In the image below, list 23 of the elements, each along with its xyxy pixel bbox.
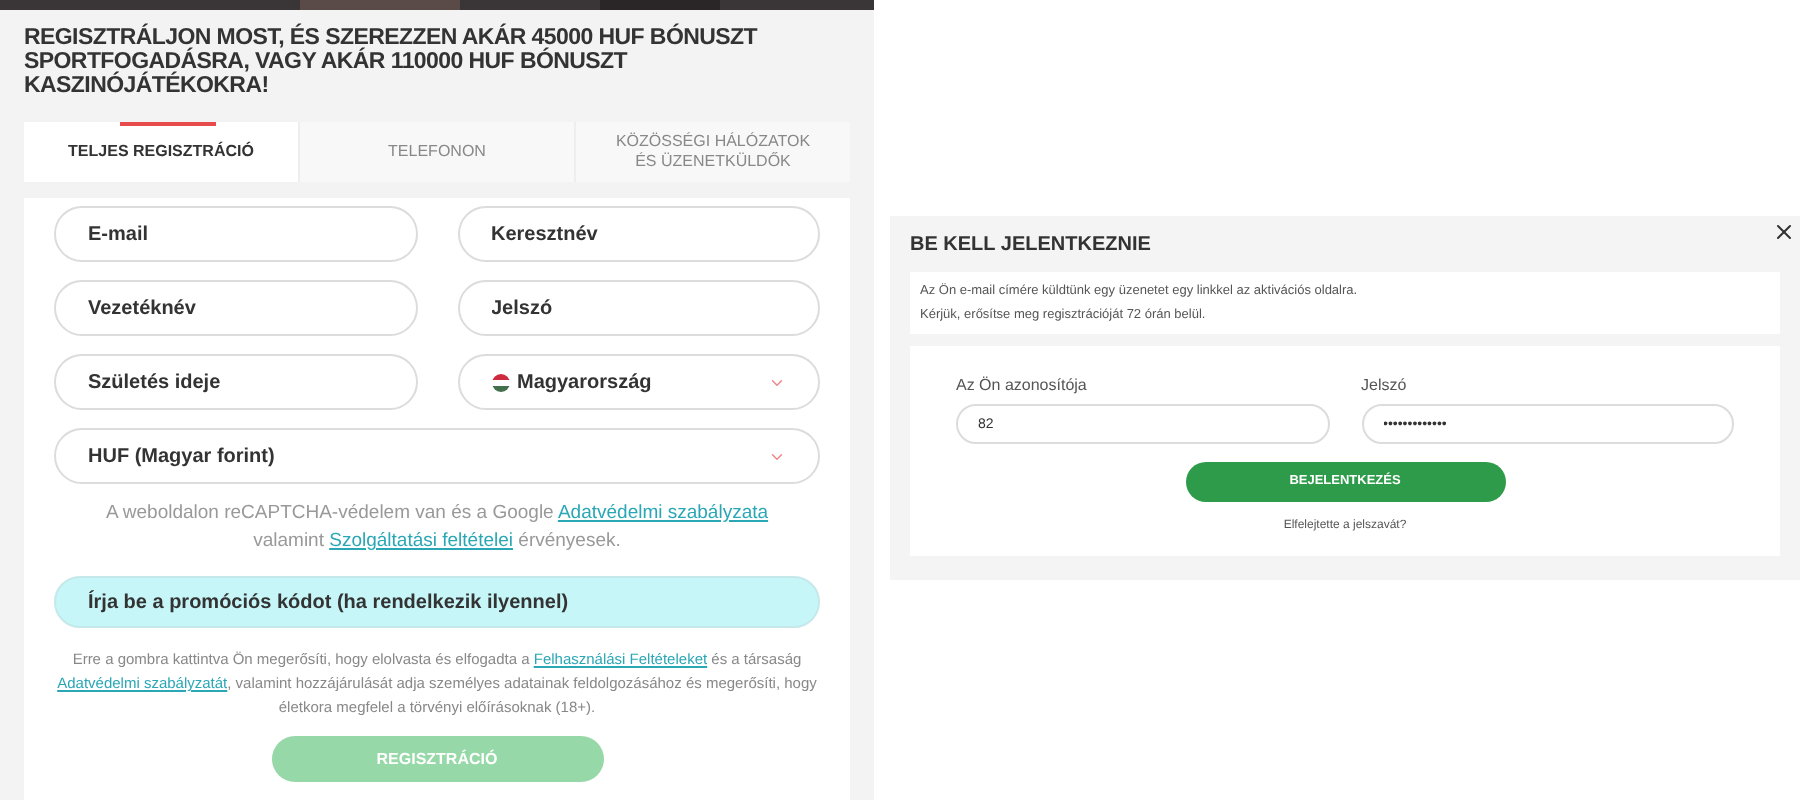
legal-note: A weboldalon reCAPTCHA-védelem van és a Google Adatvédelmi szabályzata valamint Szolgáltatási feltételei érvényesek. [103, 500, 771, 556]
tab[interactable]: TELEFONON [298, 122, 574, 182]
text-link[interactable]: Szolgáltatási feltételei [329, 530, 514, 552]
select-value: HUF (Magyar forint) [88, 443, 277, 471]
country-select[interactable]: Magyarország [457, 354, 820, 410]
hungary-flag-icon [491, 373, 509, 391]
tab[interactable]: KÖZÖSSÉGI HÁLÓZATOK ÉS ÜZENETKÜLDŐK [574, 122, 850, 182]
tab[interactable]: TELJES REGISZTRÁCIÓ [24, 122, 298, 182]
input-field[interactable]: Keresztnév [457, 206, 820, 262]
text-link[interactable]: Adatvédelmi szabályzata [557, 502, 769, 524]
close-icon[interactable] [1772, 220, 1796, 244]
field-label: Az Ön azonosítója [956, 374, 1089, 398]
input-field[interactable]: Jelszó [457, 280, 820, 336]
input-field[interactable]: E-mail [54, 206, 417, 262]
active-tab-indicator [120, 122, 216, 126]
input-field[interactable]: Vezetéknév [54, 280, 417, 336]
currency-select[interactable]: HUF (Magyar forint) [54, 428, 820, 484]
promo-code-field[interactable]: Írja be a promóciós kódot (ha rendelkezik ilyennel) [54, 576, 820, 628]
field-label: Jelszó [1361, 374, 1409, 398]
dialog-title: BE KELL JELENTKEZNIE [910, 232, 1153, 260]
page-title: REGISZTRÁLJON MOST, ÉS SZEREZZEN AKÁR 45000 HUF BÓNUSZT SPORTFOGADÁSRA, VAGY AKÁR 110000 HUF BÓNUSZT KASZINÓJÁTÉKOKRA! [24, 26, 760, 98]
input-field[interactable]: Születés ideje [54, 354, 417, 410]
select-value: Magyarország [517, 369, 654, 397]
